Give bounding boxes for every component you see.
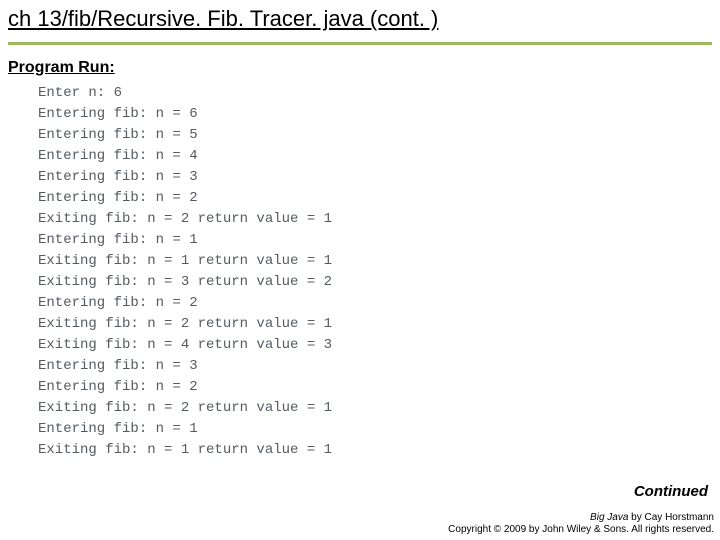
book-title: Big Java: [590, 512, 628, 523]
continued-label: Continued: [634, 483, 708, 500]
slide: ch 13/fib/Recursive. Fib. Tracer. java (…: [0, 0, 720, 540]
section-heading: Program Run:: [8, 59, 712, 77]
title-underline: [8, 42, 712, 45]
author-name: by Cay Horstmann: [628, 512, 714, 523]
footer: Big Java by Cay Horstmann Copyright © 20…: [448, 512, 714, 536]
footer-line-1: Big Java by Cay Horstmann: [448, 512, 714, 524]
footer-line-2: Copyright © 2009 by John Wiley & Sons. A…: [448, 524, 714, 536]
slide-title: ch 13/fib/Recursive. Fib. Tracer. java (…: [8, 6, 712, 38]
program-output: Enter n: 6 Entering fib: n = 6 Entering …: [8, 83, 712, 461]
